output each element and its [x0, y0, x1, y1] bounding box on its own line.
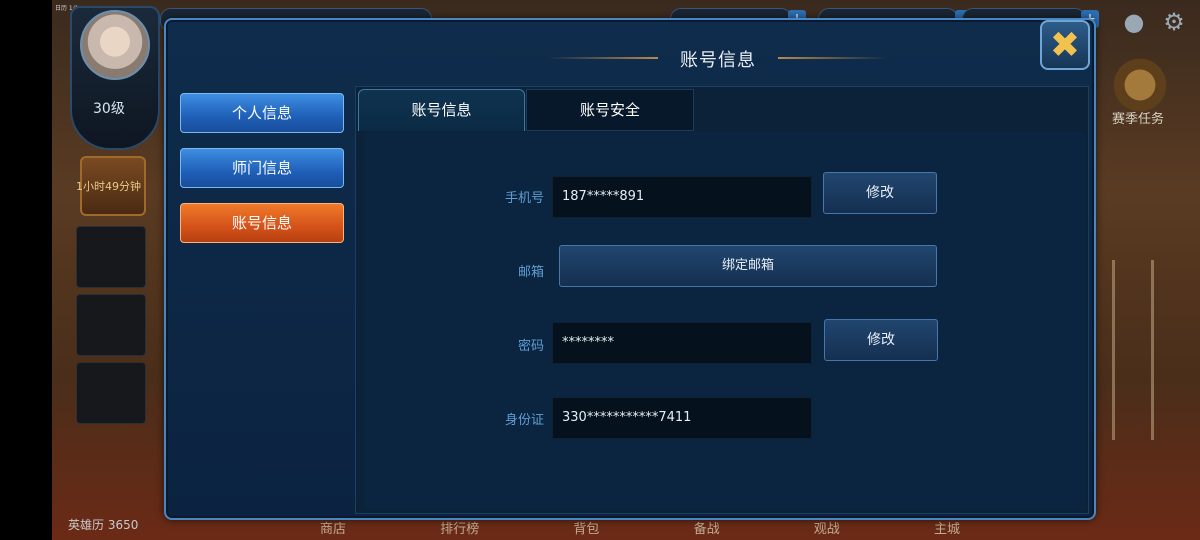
- tab-account-info[interactable]: 账号信息: [358, 89, 525, 131]
- id-card-label: 身份证: [504, 413, 544, 428]
- bind-email-button[interactable]: 绑定邮箱: [559, 245, 937, 287]
- sidebar-item-account-info[interactable]: 账号信息: [180, 203, 344, 243]
- title-divider: [778, 57, 888, 59]
- password-field: ********: [552, 322, 812, 364]
- password-label: 密码: [517, 339, 544, 354]
- chest-timer: 1小时49分钟: [76, 180, 141, 193]
- avatar[interactable]: [80, 10, 150, 80]
- panel-title-row: 账号信息: [548, 44, 888, 72]
- player-level: 30级: [93, 101, 125, 117]
- side-slot[interactable]: [76, 294, 146, 356]
- candelabra-decoration: [1112, 260, 1154, 440]
- phone-label: 手机号: [504, 191, 544, 206]
- title-divider: [548, 57, 658, 59]
- menu-prepare[interactable]: 备战: [694, 518, 720, 537]
- tab-account-security[interactable]: 账号安全: [526, 89, 694, 131]
- season-task-label: 赛季任务: [1112, 112, 1165, 127]
- menu-ranking[interactable]: 排行榜: [440, 518, 479, 537]
- close-icon: ✖: [1049, 25, 1081, 66]
- menu-main-city[interactable]: 主城: [934, 518, 960, 537]
- id-card-field: 330***********7411: [552, 397, 812, 439]
- menu-spectate[interactable]: 观战: [814, 518, 840, 537]
- season-task-icon[interactable]: [1106, 58, 1174, 112]
- side-slot[interactable]: [76, 362, 146, 424]
- sidebar-item-school-info[interactable]: 师门信息: [180, 148, 344, 188]
- hero-history: 英雄历 3650: [68, 518, 139, 532]
- close-button[interactable]: ✖: [1040, 20, 1090, 70]
- side-slot[interactable]: [76, 226, 146, 288]
- menu-bag[interactable]: 背包: [573, 518, 599, 537]
- gear-icon[interactable]: ⚙: [1160, 8, 1188, 36]
- modify-phone-button[interactable]: 修改: [823, 172, 937, 214]
- bottom-menu: 商店 排行榜 背包 备战 观战 主城: [320, 518, 960, 537]
- menu-shop[interactable]: 商店: [320, 518, 346, 537]
- page-title: 账号信息: [680, 50, 756, 71]
- modify-password-button[interactable]: 修改: [824, 319, 938, 361]
- email-label: 邮箱: [517, 265, 544, 280]
- sidebar-item-personal-info[interactable]: 个人信息: [180, 93, 344, 133]
- friends-icon[interactable]: ●: [1120, 8, 1148, 36]
- phone-field: 187*****891: [552, 176, 812, 218]
